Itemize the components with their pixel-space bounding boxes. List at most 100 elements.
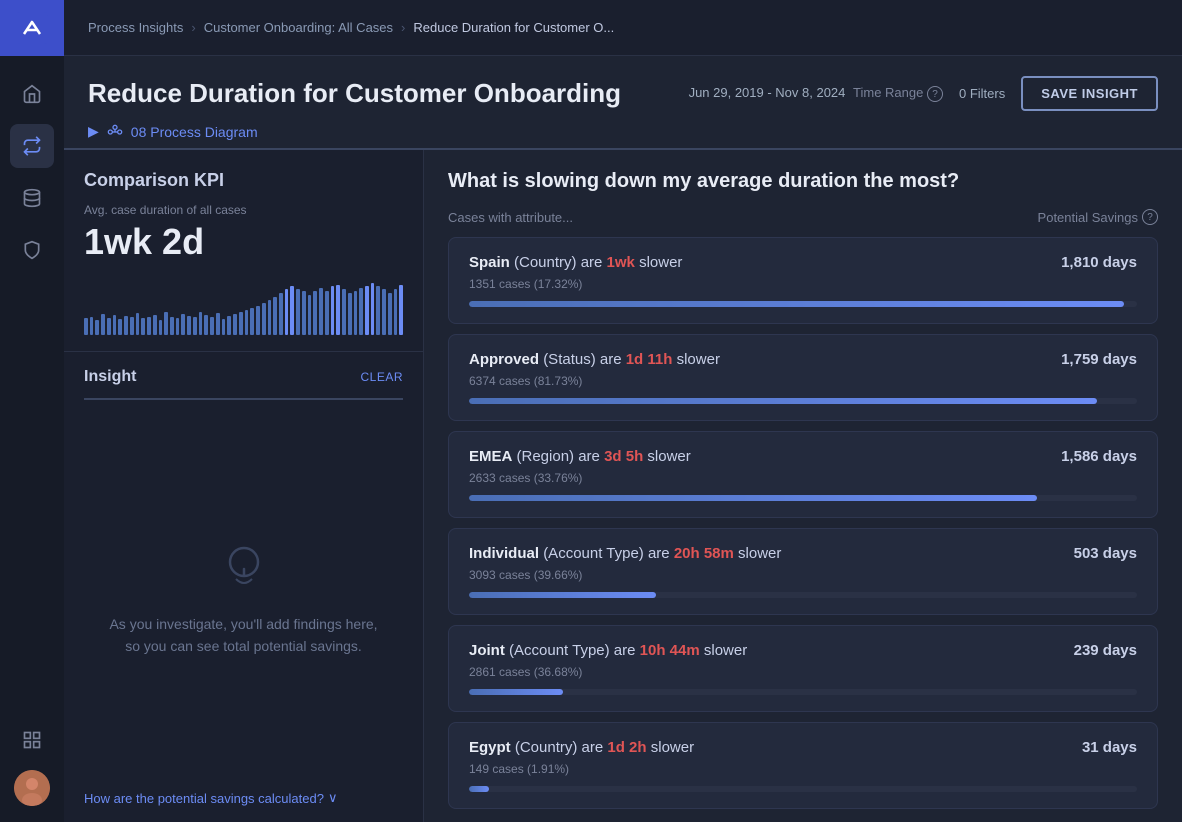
sidebar-item-process-insights[interactable] — [10, 124, 54, 168]
user-avatar[interactable] — [14, 770, 50, 806]
kpi-bar — [176, 318, 180, 335]
insight-card[interactable]: EMEA (Region) are 3d 5h slower 1,586 day… — [448, 431, 1158, 518]
kpi-bar — [222, 319, 226, 335]
card-time-val: 20h 58m — [674, 545, 734, 562]
app-logo[interactable] — [0, 0, 64, 56]
card-top-row: Joint (Account Type) are 10h 44m slower … — [469, 642, 1137, 659]
card-subtitle: 1351 cases (17.32%) — [469, 277, 1137, 291]
card-time-val: 1d 2h — [607, 739, 646, 756]
insight-card[interactable]: Approved (Status) are 1d 11h slower 1,75… — [448, 334, 1158, 421]
card-subtitle: 6374 cases (81.73%) — [469, 374, 1137, 388]
sidebar-item-data[interactable] — [10, 176, 54, 220]
kpi-bar — [285, 289, 289, 335]
card-title: Spain (Country) are 1wk slower — [469, 254, 682, 271]
insight-card[interactable]: Joint (Account Type) are 10h 44m slower … — [448, 625, 1158, 712]
sidebar-item-grid[interactable] — [10, 718, 54, 762]
kpi-bar — [210, 317, 214, 335]
kpi-bar — [216, 313, 220, 335]
kpi-bar — [336, 285, 340, 335]
card-subtitle: 149 cases (1.91%) — [469, 762, 1137, 776]
filters-badge[interactable]: 0 Filters — [959, 86, 1005, 101]
kpi-bar — [308, 295, 312, 335]
card-top-row: Egypt (Country) are 1d 2h slower 31 days — [469, 739, 1137, 756]
right-panel-title: What is slowing down my average duration… — [448, 170, 1158, 193]
kpi-bar — [113, 315, 117, 335]
cases-label: Cases with attribute... — [448, 210, 573, 225]
kpi-bar — [296, 289, 300, 335]
card-suffix: slower — [639, 254, 682, 271]
card-attr-type: (Status) are — [543, 351, 626, 368]
kpi-bar — [365, 286, 369, 335]
kpi-bar — [388, 293, 392, 335]
panel-header-row: Cases with attribute... Potential Saving… — [448, 209, 1158, 225]
insight-card[interactable]: Spain (Country) are 1wk slower 1,810 day… — [448, 237, 1158, 324]
kpi-bar — [153, 315, 157, 335]
card-attr-name: Spain — [469, 254, 510, 271]
sidebar-item-home[interactable] — [10, 72, 54, 116]
savings-help-icon[interactable]: ? — [1142, 209, 1158, 225]
card-attr-type: (Country) are — [514, 254, 607, 271]
progress-bar-fill — [469, 495, 1037, 501]
insight-card[interactable]: Individual (Account Type) are 20h 58m sl… — [448, 528, 1158, 615]
card-top-row: Spain (Country) are 1wk slower 1,810 day… — [469, 254, 1137, 271]
sidebar-item-security[interactable] — [10, 228, 54, 272]
savings-link[interactable]: How are the potential savings calculated… — [84, 790, 403, 806]
card-subtitle: 3093 cases (39.66%) — [469, 568, 1137, 582]
insight-empty-icon — [214, 537, 274, 597]
kpi-bar — [181, 314, 185, 335]
kpi-bar — [170, 317, 174, 335]
breadcrumb-process-insights[interactable]: Process Insights — [88, 20, 183, 35]
topbar: Process Insights › Customer Onboarding: … — [64, 0, 1182, 56]
kpi-bar — [394, 289, 398, 335]
save-insight-button[interactable]: SAVE INSIGHT — [1021, 76, 1158, 111]
card-suffix: slower — [651, 739, 694, 756]
kpi-bar — [325, 291, 329, 335]
card-attr-type: (Region) are — [517, 448, 605, 465]
card-top-row: EMEA (Region) are 3d 5h slower 1,586 day… — [469, 448, 1137, 465]
kpi-bar — [101, 314, 105, 335]
kpi-bar — [118, 319, 122, 335]
progress-bar-container — [469, 398, 1137, 404]
kpi-bar — [107, 318, 111, 335]
kpi-bar — [268, 300, 272, 335]
date-range: Jun 29, 2019 - Nov 8, 2024 Time Range ? — [689, 85, 943, 103]
breadcrumb: Process Insights › Customer Onboarding: … — [88, 20, 614, 35]
process-diagram-toggle[interactable]: ▶ 08 Process Diagram — [88, 123, 1158, 140]
insight-section: Insight CLEAR As you investigate, you'll… — [64, 352, 423, 822]
card-savings: 31 days — [1082, 739, 1137, 756]
kpi-bar — [273, 297, 277, 335]
kpi-bar — [187, 316, 191, 335]
card-savings: 239 days — [1074, 642, 1137, 659]
card-savings: 1,810 days — [1061, 254, 1137, 271]
progress-bar-container — [469, 592, 1137, 598]
kpi-bar — [256, 306, 260, 335]
page-body: Reduce Duration for Customer Onboarding … — [64, 56, 1182, 822]
insight-empty-text: As you investigate, you'll add findings … — [104, 613, 383, 658]
card-title: Individual (Account Type) are 20h 58m sl… — [469, 545, 781, 562]
kpi-bar — [354, 291, 358, 335]
card-attr-name: Joint — [469, 642, 505, 659]
insight-divider — [84, 398, 403, 400]
content-area: Comparison KPI Avg. case duration of all… — [64, 148, 1182, 822]
sidebar-bottom — [10, 718, 54, 806]
insight-empty: As you investigate, you'll add findings … — [84, 416, 403, 778]
kpi-bar — [141, 318, 145, 335]
insight-card[interactable]: Egypt (Country) are 1d 2h slower 31 days… — [448, 722, 1158, 809]
progress-bar-fill — [469, 592, 656, 598]
kpi-bar — [136, 313, 140, 335]
kpi-title: Comparison KPI — [84, 170, 403, 191]
sidebar-nav — [10, 56, 54, 718]
kpi-bar — [313, 291, 317, 335]
insight-title: Insight — [84, 368, 136, 386]
breadcrumb-current: Reduce Duration for Customer O... — [413, 20, 614, 35]
clear-button[interactable]: CLEAR — [360, 370, 403, 384]
card-attr-type: (Country) are — [515, 739, 608, 756]
kpi-bar — [90, 317, 94, 335]
time-range-help-icon[interactable]: ? — [927, 86, 943, 102]
breadcrumb-customer-onboarding[interactable]: Customer Onboarding: All Cases — [204, 20, 393, 35]
kpi-bar — [124, 316, 128, 335]
right-panel: What is slowing down my average duration… — [424, 150, 1182, 822]
savings-link-chevron: ∨ — [328, 790, 338, 806]
card-title: Egypt (Country) are 1d 2h slower — [469, 739, 694, 756]
kpi-bar — [164, 312, 168, 335]
